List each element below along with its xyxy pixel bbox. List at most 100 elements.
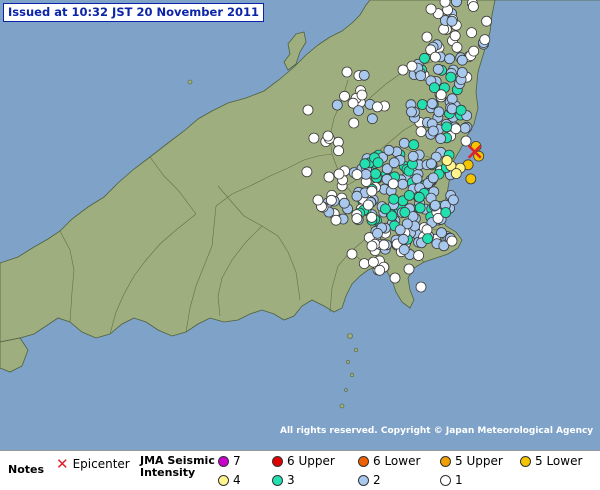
station-marker <box>413 191 425 203</box>
station-marker <box>415 126 427 138</box>
seismic-map: Issued at 10:32 JST 20 November 2011 All… <box>0 0 600 450</box>
station-marker <box>358 258 370 270</box>
station-marker <box>446 15 458 27</box>
intensity-6-upper-dot-icon <box>272 455 283 467</box>
station-marker <box>333 145 345 157</box>
legend-intensity-6-lower-label: 6 Lower <box>373 454 421 468</box>
station-marker <box>435 89 447 101</box>
station-marker <box>302 104 314 116</box>
station-marker <box>394 224 406 236</box>
station-marker <box>466 27 478 38</box>
intensity-6-lower-dot-icon <box>358 455 369 467</box>
station-marker <box>366 185 378 197</box>
legend-intensity-6-lower: 6 Lower <box>358 454 420 468</box>
copyright-notice: All rights reserved. Copyright © Japan M… <box>280 426 594 436</box>
station-marker <box>351 213 363 224</box>
legend-intensity-6-upper-label: 6 Upper <box>287 454 335 468</box>
station-marker <box>436 227 447 239</box>
station-marker <box>374 264 386 276</box>
station-marker <box>415 70 427 82</box>
station-marker <box>414 202 426 214</box>
station-marker <box>398 137 410 149</box>
station-marker <box>438 23 450 35</box>
legend-intensity-4-label: 4 <box>233 473 241 487</box>
station-marker <box>366 240 378 252</box>
station-marker <box>360 168 372 180</box>
station-marker <box>403 263 415 275</box>
station-marker <box>435 133 447 145</box>
station-marker <box>445 71 457 83</box>
legend-intensity-2: 2 <box>358 473 381 487</box>
station-marker <box>444 53 456 65</box>
legend-intensity-2-label: 2 <box>373 473 381 487</box>
station-marker <box>389 272 401 284</box>
station-marker <box>429 51 441 63</box>
station-marker <box>425 3 437 15</box>
station-marker <box>359 158 371 170</box>
station-marker <box>312 194 324 206</box>
epicenter-x-icon: ✕ <box>56 455 69 473</box>
intensity-3-dot-icon <box>272 474 283 486</box>
station-marker <box>446 235 458 247</box>
intensity-2-dot-icon <box>358 474 369 486</box>
legend-intensity-5-upper: 5 Upper <box>440 454 503 468</box>
intensity-7-dot-icon <box>218 455 229 467</box>
station-marker <box>388 193 400 205</box>
station-marker <box>388 157 400 169</box>
issued-timestamp: Issued at 10:32 JST 20 November 2011 <box>3 3 264 22</box>
jma-scale-title: JMA Seismic Intensity <box>140 455 215 479</box>
station-marker <box>468 45 480 57</box>
station-marker <box>429 199 441 211</box>
station-marker <box>371 101 383 113</box>
station-marker <box>449 30 461 42</box>
station-marker <box>406 60 418 72</box>
station-marker <box>446 93 458 105</box>
station-marker <box>446 103 458 115</box>
station-marker <box>441 121 453 133</box>
station-marker <box>481 15 493 27</box>
station-marker <box>425 158 437 170</box>
station-marker <box>415 281 427 293</box>
station-marker <box>413 250 425 261</box>
station-marker-strong <box>450 168 462 179</box>
legend-intensity-5-lower-label: 5 Lower <box>535 454 583 468</box>
station-marker <box>338 197 350 209</box>
station-marker <box>456 67 468 78</box>
station-marker-strong <box>465 173 477 185</box>
legend-intensity-3: 3 <box>272 473 295 487</box>
station-marker <box>427 172 439 184</box>
station-marker <box>451 42 463 53</box>
station-marker <box>419 52 430 64</box>
legend-intensity-6-upper: 6 Upper <box>272 454 335 468</box>
station-marker <box>467 1 479 12</box>
station-marker <box>341 66 353 78</box>
station-marker <box>479 34 491 45</box>
station-marker <box>421 224 433 236</box>
station-marker <box>460 135 472 147</box>
station-marker <box>422 233 434 245</box>
intensity-4-dot-icon <box>218 474 229 486</box>
legend-epicenter-label: Epicenter <box>72 457 130 471</box>
legend-intensity-7: 7 <box>218 454 241 468</box>
station-marker <box>331 99 343 111</box>
station-marker <box>408 139 420 151</box>
station-marker <box>397 233 409 245</box>
station-marker <box>433 106 445 118</box>
station-marker <box>387 178 399 190</box>
station-marker <box>439 0 451 8</box>
station-marker <box>370 168 381 180</box>
station-marker <box>366 113 378 125</box>
station-marker <box>351 190 363 202</box>
legend-intensity-5-upper-label: 5 Upper <box>455 454 503 468</box>
legend-intensity-4: 4 <box>218 473 241 487</box>
station-marker <box>397 178 409 190</box>
station-marker <box>426 98 438 109</box>
station-marker <box>450 123 462 135</box>
station-marker <box>455 104 467 116</box>
station-marker <box>432 63 444 75</box>
station-marker <box>398 244 410 256</box>
station-marker <box>301 166 313 178</box>
station-marker <box>351 169 363 180</box>
station-marker-strong <box>441 155 453 166</box>
intensity-1-dot-icon <box>440 474 451 486</box>
